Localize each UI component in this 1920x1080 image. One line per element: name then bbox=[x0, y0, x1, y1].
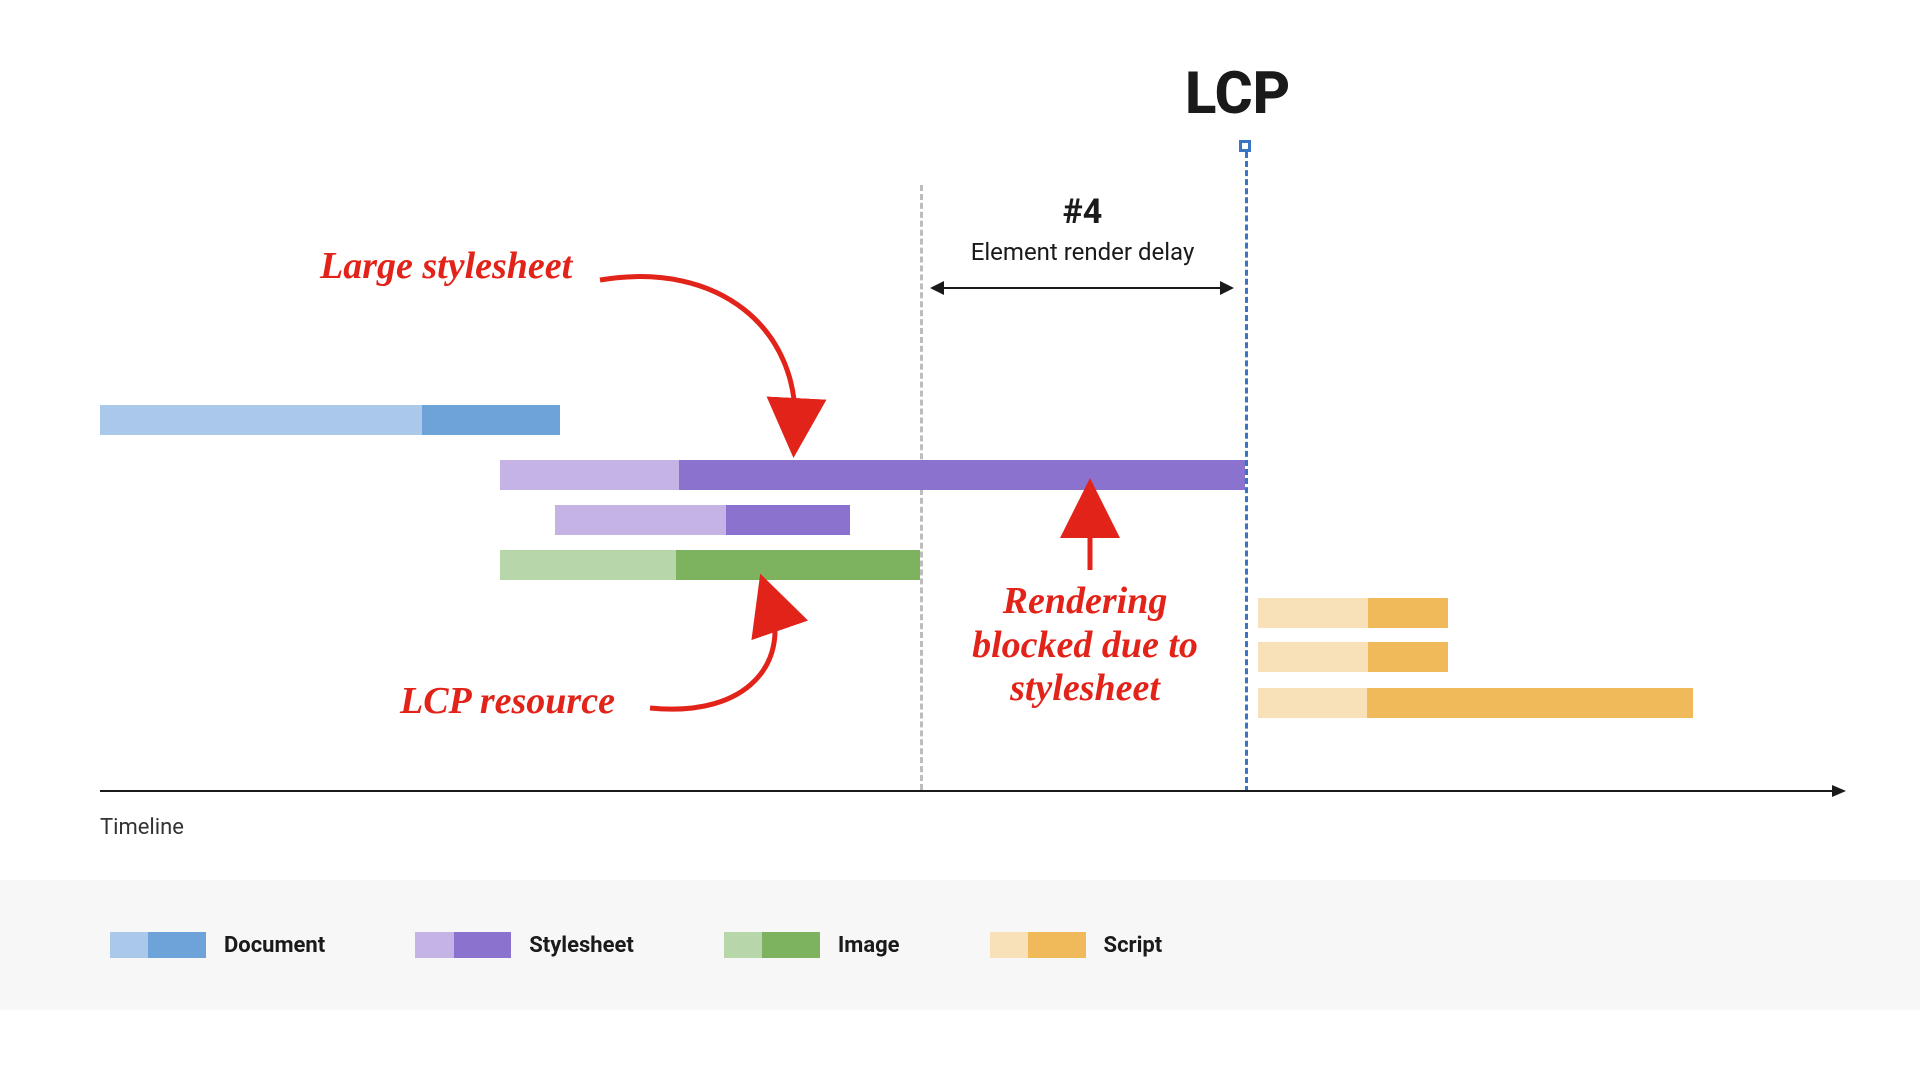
legend-item-document: Document bbox=[110, 932, 325, 958]
legend-label-document: Document bbox=[224, 933, 325, 958]
phase-number: #4 bbox=[920, 192, 1245, 232]
swatch-document bbox=[110, 932, 206, 958]
legend-item-stylesheet: Stylesheet bbox=[415, 932, 634, 958]
legend-item-image: Image bbox=[724, 932, 900, 958]
swatch-stylesheet bbox=[415, 932, 511, 958]
lcp-marker-line bbox=[1245, 152, 1248, 792]
timeline-axis-label: Timeline bbox=[100, 815, 184, 840]
arrow-large-stylesheet bbox=[580, 270, 840, 450]
arrow-rendering-blocked bbox=[1060, 498, 1120, 578]
phase-label: Element render delay bbox=[920, 238, 1245, 266]
bar-stylesheet-large bbox=[500, 460, 1245, 490]
legend-label-stylesheet: Stylesheet bbox=[529, 933, 634, 958]
bar-stylesheet-2 bbox=[555, 505, 850, 535]
lcp-marker-handle bbox=[1239, 140, 1251, 152]
legend-item-script: Script bbox=[990, 932, 1163, 958]
bar-script-2 bbox=[1258, 642, 1448, 672]
arrow-lcp-resource bbox=[640, 590, 820, 720]
diagram-canvas: LCP #4 Element render delay Time bbox=[0, 0, 1920, 1080]
annotation-large-stylesheet: Large stylesheet bbox=[320, 245, 572, 289]
bar-script-1 bbox=[1258, 598, 1448, 628]
swatch-script bbox=[990, 932, 1086, 958]
bar-document bbox=[100, 405, 560, 435]
swatch-image bbox=[724, 932, 820, 958]
bar-image-lcp bbox=[500, 550, 920, 580]
phase-span-arrow bbox=[932, 287, 1232, 289]
timeline-axis bbox=[100, 790, 1840, 792]
annotation-rendering-blocked: Rendering blocked due to stylesheet bbox=[955, 580, 1215, 711]
bar-script-3 bbox=[1258, 688, 1693, 718]
legend-label-script: Script bbox=[1104, 933, 1163, 958]
annotation-lcp-resource: LCP resource bbox=[400, 680, 615, 724]
legend: Document Stylesheet Image Script bbox=[0, 880, 1920, 1010]
legend-label-image: Image bbox=[838, 933, 900, 958]
lcp-title: LCP bbox=[1185, 60, 1290, 128]
